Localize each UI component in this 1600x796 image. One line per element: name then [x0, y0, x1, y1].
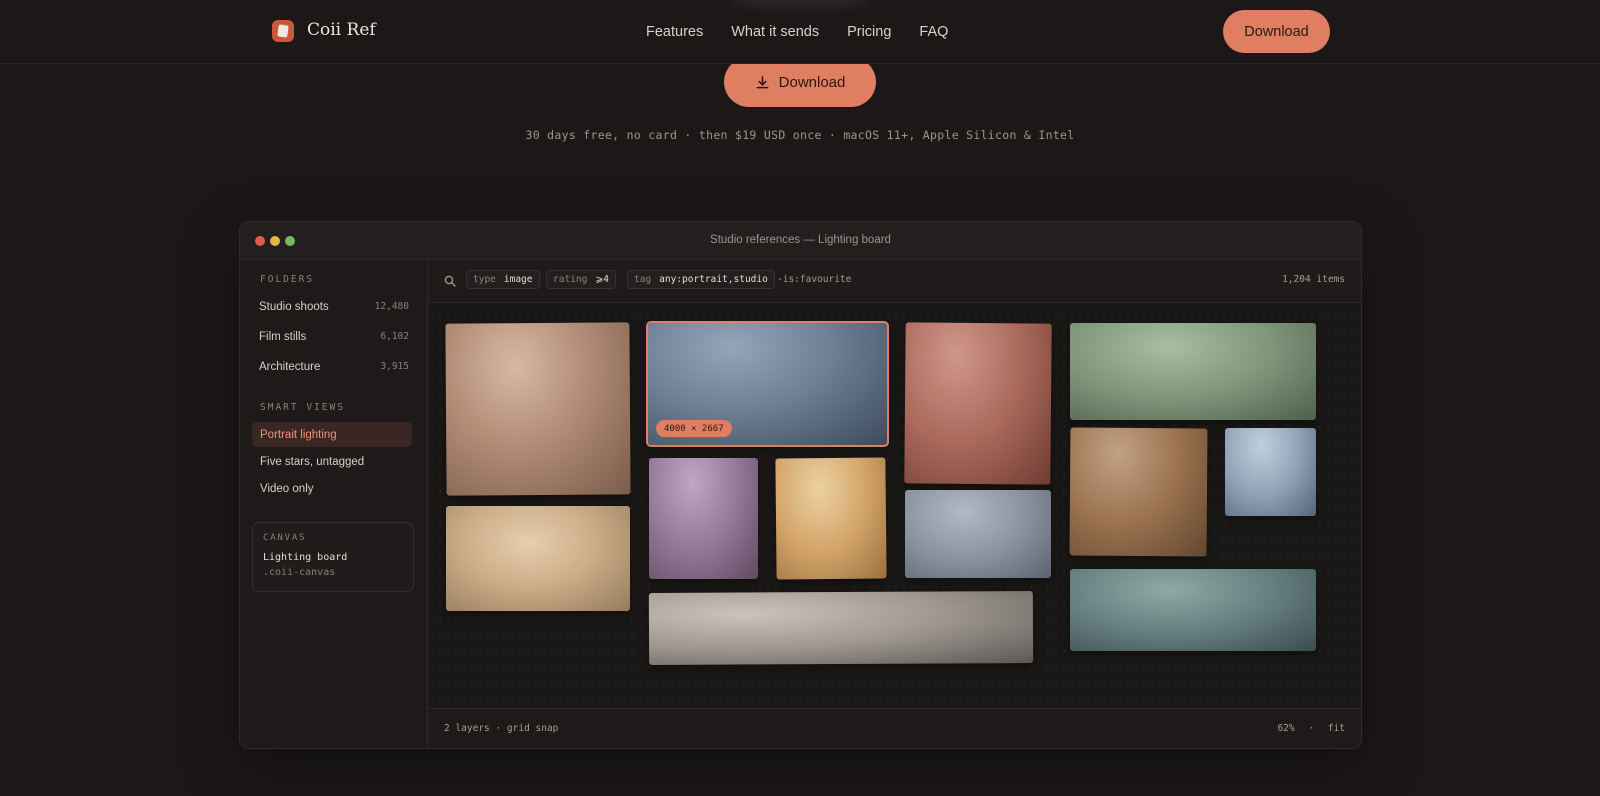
canvas-label: CANVAS — [263, 533, 307, 543]
folder-name: Studio shoots — [259, 301, 329, 313]
dimension-badge: 4000 × 2667 — [656, 420, 732, 437]
folder-item-architecture[interactable]: Architecture 3,915 — [259, 361, 409, 373]
zoom-level[interactable]: 62% — [1277, 723, 1294, 734]
image-tile[interactable] — [1069, 427, 1208, 557]
image-tile[interactable] — [445, 322, 631, 496]
nav-link-pricing[interactable]: Pricing — [847, 24, 891, 40]
chip-value: any:portrait,studio — [659, 274, 768, 285]
image-tile[interactable] — [775, 457, 887, 580]
brand-name[interactable]: Coii Ref — [307, 20, 376, 40]
item-count: 1,204 items — [1282, 274, 1345, 285]
nav-links: Features What it sends Pricing FAQ — [646, 24, 948, 40]
image-tile[interactable] — [1070, 569, 1316, 651]
nav-link-what-it-sends[interactable]: What it sends — [731, 24, 819, 40]
smart-view-portrait-lighting[interactable]: Portrait lighting — [252, 422, 412, 447]
window-titlebar: Studio references — Lighting board — [240, 222, 1361, 260]
smart-view-five-stars-untagged[interactable]: Five stars, untagged — [252, 449, 412, 474]
query-chip-type[interactable]: type image — [466, 270, 540, 289]
image-tile[interactable] — [648, 590, 1034, 666]
folder-count: 6,102 — [380, 331, 409, 342]
nav-glow — [730, 0, 870, 8]
chip-key: type — [473, 274, 496, 285]
hero-download-button[interactable]: Download — [724, 57, 876, 107]
canvas-extension: .coii-canvas — [263, 567, 336, 578]
image-tile[interactable] — [649, 458, 758, 579]
image-tile[interactable] — [1225, 428, 1316, 516]
folder-name: Film stills — [259, 331, 307, 343]
query-chip-rating[interactable]: rating ⩾4 — [546, 270, 617, 289]
folder-count: 12,480 — [374, 301, 409, 312]
chip-value: image — [503, 274, 533, 285]
image-tile[interactable] — [904, 322, 1052, 485]
zoom-controls: 62% · fit — [1277, 723, 1345, 734]
image-tile[interactable] — [1070, 323, 1316, 420]
top-nav: Coii Ref Features What it sends Pricing … — [0, 0, 1600, 64]
smart-view-video-only[interactable]: Video only — [252, 476, 412, 501]
sidebar: FOLDERS Studio shoots 12,480 Film stills… — [240, 260, 428, 748]
canvas-name: Lighting board — [263, 552, 348, 563]
board-footer: 2 layers · grid snap 62% · fit — [428, 708, 1361, 748]
app-window: Studio references — Lighting board FOLDE… — [239, 221, 1362, 749]
smart-views-heading: SMART VIEWS — [260, 402, 345, 413]
canvas-card[interactable]: CANVAS Lighting board .coii-canvas — [252, 522, 414, 592]
nav-link-faq[interactable]: FAQ — [919, 24, 948, 40]
fit-button[interactable]: fit — [1328, 723, 1345, 734]
chip-key: tag — [634, 274, 652, 285]
folder-count: 3,915 — [380, 361, 409, 372]
query-negation[interactable]: -is:favourite — [777, 274, 851, 285]
chip-key: rating — [553, 274, 588, 285]
download-icon — [756, 75, 769, 88]
window-title: Studio references — Lighting board — [710, 234, 891, 246]
image-tile[interactable] — [905, 490, 1051, 578]
search-icon — [444, 275, 456, 287]
chip-value: ⩾4 — [595, 274, 610, 285]
pricing-tagline: 30 days free, no card · then $19 USD onc… — [525, 128, 1075, 142]
image-tile[interactable] — [446, 506, 630, 611]
query-chip-tag[interactable]: tag any:portrait,studio — [627, 270, 775, 289]
nav-link-features[interactable]: Features — [646, 24, 703, 40]
zoom-separator: · — [1308, 723, 1315, 734]
image-tile-selected[interactable]: 4000 × 2667 — [646, 321, 889, 447]
nav-download-button[interactable]: Download — [1223, 10, 1330, 53]
query-bar[interactable]: type image rating ⩾4 tag any:portrait,st… — [428, 260, 1361, 303]
folder-name: Architecture — [259, 361, 321, 373]
canvas-board[interactable]: 4000 × 2667 — [428, 303, 1361, 708]
hero-download-label: Download — [778, 73, 846, 91]
main-panel: type image rating ⩾4 tag any:portrait,st… — [428, 260, 1361, 748]
logo-icon[interactable] — [272, 20, 294, 42]
folders-heading: FOLDERS — [260, 274, 315, 285]
layer-status: 2 layers · grid snap — [444, 723, 559, 734]
folder-item-film-stills[interactable]: Film stills 6,102 — [259, 331, 409, 343]
folder-item-studio-shoots[interactable]: Studio shoots 12,480 — [259, 301, 409, 313]
